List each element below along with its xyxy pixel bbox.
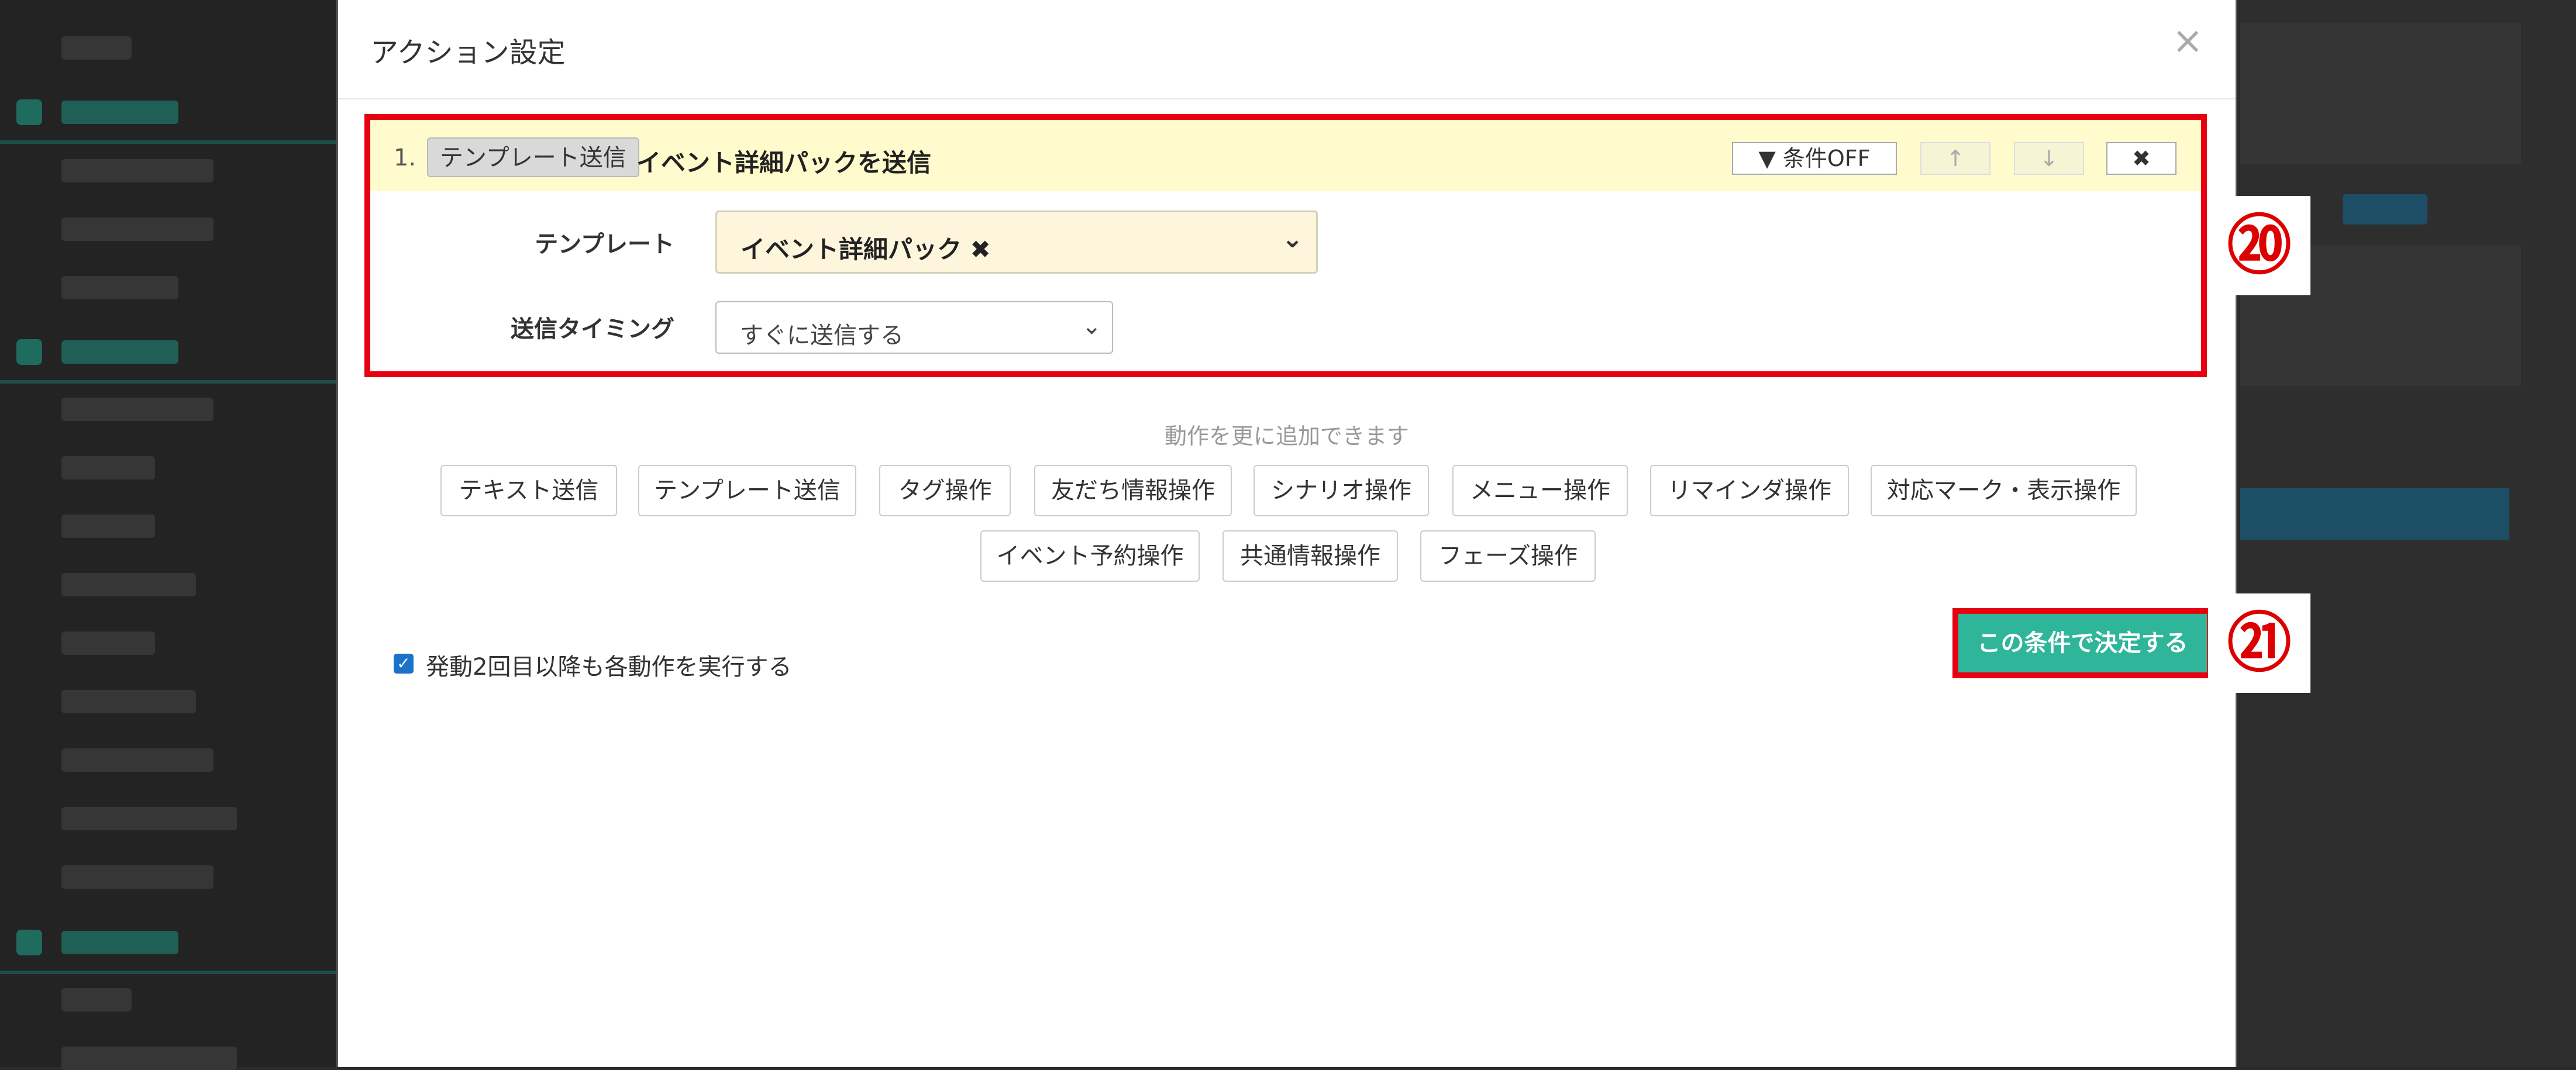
sidebar-category: [0, 322, 336, 384]
background-panel: [2240, 23, 2521, 164]
add-tag-operation-button[interactable]: タグ操作: [879, 465, 1011, 516]
callout-21: ㉑: [2208, 593, 2310, 693]
chevron-down-icon: ⌄: [1082, 313, 1101, 340]
chevron-down-icon: ⌄: [1282, 224, 1303, 254]
sidebar-item: [61, 159, 213, 182]
sidebar-item: [61, 276, 178, 299]
sidebar-item: [61, 573, 196, 596]
add-shared-info-button[interactable]: 共通情報操作: [1222, 530, 1398, 582]
sidebar-item: [61, 1047, 237, 1070]
condition-toggle-button[interactable]: ▼ 条件OFF: [1732, 142, 1897, 175]
add-action-hint: 動作を更に追加できます: [1164, 423, 1409, 449]
modal-header: アクション設定 ×: [338, 0, 2236, 99]
background-sidebar: [0, 0, 336, 1070]
template-selected-value: イベント詳細パック ✖: [741, 235, 991, 264]
timing-select[interactable]: すぐに送信する ⌄: [715, 301, 1113, 354]
message-icon: [16, 339, 42, 365]
move-up-icon[interactable]: ↑: [1920, 142, 1990, 175]
sidebar-item: [61, 807, 237, 830]
action-number: 1.: [394, 144, 416, 171]
background-content: [2240, 0, 2576, 1067]
template-label: テンプレート: [535, 231, 674, 258]
confirm-button[interactable]: この条件で決定する: [1958, 614, 2207, 672]
timing-label: 送信タイミング: [511, 316, 674, 343]
sidebar-item: [61, 631, 155, 655]
repeat-actions-checkbox[interactable]: ✓: [394, 654, 414, 674]
help-button-background: [2343, 194, 2427, 225]
sidebar-category: [0, 912, 336, 974]
sidebar-category-label: [61, 931, 178, 954]
add-scenario-operation-button[interactable]: シナリオ操作: [1253, 465, 1429, 516]
repeat-actions-label: 発動2回目以降も各動作を実行する: [426, 654, 792, 681]
add-reminder-operation-button[interactable]: リマインダ操作: [1650, 465, 1849, 516]
action-card-header: 1. テンプレート送信 イベント詳細パックを送信 ▼ 条件OFF ↑ ↓ ✖: [370, 120, 2201, 191]
add-template-send-button[interactable]: テンプレート送信: [638, 465, 856, 516]
add-friend-info-button[interactable]: 友だち情報操作: [1034, 465, 1232, 516]
background-bar: [2240, 488, 2509, 540]
sidebar-item: [61, 988, 132, 1012]
sidebar-item: [61, 690, 196, 713]
sidebar-item: [61, 36, 132, 60]
close-icon[interactable]: ×: [2172, 22, 2203, 60]
action-settings-modal: アクション設定 × 1. テンプレート送信 イベント詳細パックを送信 ▼ 条件O…: [336, 0, 2237, 1067]
add-event-reservation-button[interactable]: イベント予約操作: [980, 530, 1200, 582]
action-title: イベント詳細パックを送信: [636, 149, 932, 177]
delete-icon[interactable]: ✖: [2106, 142, 2176, 175]
template-select[interactable]: イベント詳細パック ✖ ⌄: [715, 210, 1318, 274]
sidebar-item: [61, 456, 155, 479]
add-menu-operation-button[interactable]: メニュー操作: [1452, 465, 1628, 516]
sidebar-item: [61, 218, 213, 241]
sidebar-item: [61, 865, 213, 889]
add-text-send-button[interactable]: テキスト送信: [440, 465, 617, 516]
sidebar-item: [61, 515, 155, 538]
action-type-badge: テンプレート送信: [427, 137, 639, 177]
add-mark-display-button[interactable]: 対応マーク・表示操作: [1871, 465, 2137, 516]
star-icon: [16, 99, 42, 125]
sidebar-item: [61, 398, 213, 421]
sidebar-category-label: [61, 340, 178, 364]
modal-title: アクション設定: [370, 36, 566, 69]
callout-20: ⑳: [2208, 196, 2310, 295]
filter-icon: [16, 930, 42, 955]
move-down-icon[interactable]: ↓: [2014, 142, 2084, 175]
sidebar-category-label: [61, 101, 178, 124]
add-phase-operation-button[interactable]: フェーズ操作: [1420, 530, 1596, 582]
action-card: 1. テンプレート送信 イベント詳細パックを送信 ▼ 条件OFF ↑ ↓ ✖ テ…: [364, 114, 2207, 377]
timing-selected-value: すぐに送信する: [740, 322, 904, 349]
sidebar-item: [61, 748, 213, 772]
sidebar-category: [0, 82, 336, 144]
